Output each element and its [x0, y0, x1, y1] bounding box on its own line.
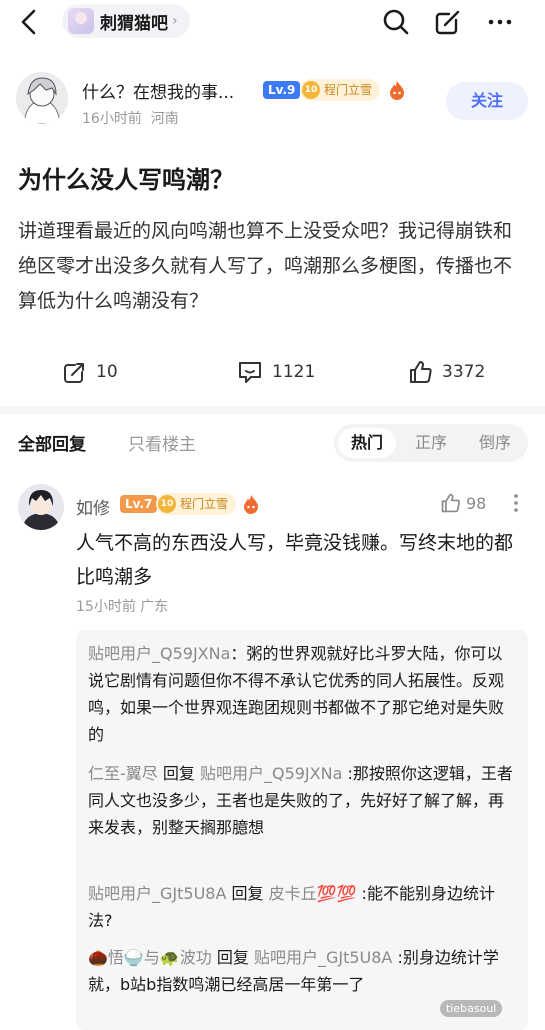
share-icon — [64, 363, 84, 383]
sort-segmented-control: 热门 正序 倒序 — [334, 424, 528, 462]
separator: : — [356, 884, 367, 903]
share-button[interactable]: 10 — [62, 356, 118, 388]
level-badge: Lv.7 — [120, 495, 158, 513]
reply-text: 人气不高的东西没人写，毕竟没钱赚。写终末地的都比鸣潮多 — [76, 532, 514, 588]
avatar[interactable] — [16, 72, 68, 124]
edit-icon[interactable] — [432, 6, 464, 38]
sub-reply: 贴吧用户_GJt5U8A 回复 皮卡丘💯💯 :能不能别身边统计法? — [88, 880, 518, 934]
search-icon[interactable] — [380, 6, 412, 38]
reply-time: 15小时前 — [76, 599, 136, 615]
reply-location: 广东 — [140, 599, 169, 615]
like-button[interactable]: 3372 — [408, 356, 485, 388]
separator: : — [392, 948, 403, 967]
post-title: 为什么没人写鸣潮？ — [18, 166, 234, 194]
level-badge: Lv.9 — [263, 81, 301, 99]
flame-icon — [390, 81, 404, 100]
reply-like-button[interactable]: 98 — [440, 492, 486, 514]
more-icon[interactable] — [484, 6, 516, 38]
honor-badge: 10 程门立雪 — [156, 493, 237, 515]
more-vertical-icon[interactable] — [510, 492, 522, 514]
reply-word: 回复 — [211, 948, 254, 967]
follow-button[interactable]: 关注 — [446, 82, 528, 120]
coin-icon: 10 — [302, 81, 320, 99]
forum-pill[interactable]: 刺猬猫吧 › — [62, 4, 190, 38]
sub-reply: 🌰悟🍚与🐢波功 回复 贴吧用户_GJt5U8A :别身边统计学就，b站b指数鸣潮… — [88, 944, 518, 998]
post-stats: 10 1121 3372 — [0, 352, 545, 392]
coin-icon: 10 — [158, 495, 176, 513]
author-name[interactable]: 什么？在想我的事... — [82, 78, 234, 103]
sub-replies[interactable]: 贴吧用户_Q59JXNa：粥的世界观就好比斗罗大陆，你可以说它剧情有问题但你不得… — [76, 630, 528, 1030]
sub-reply-target[interactable]: 贴吧用户_Q59JXNa — [200, 764, 342, 783]
reply-sort-bar: 全部回复 只看楼主 热门 正序 倒序 — [0, 420, 545, 464]
flame-icon — [244, 495, 258, 514]
reply-word: 回复 — [157, 764, 200, 783]
watermark: tiebasoul — [440, 1000, 503, 1017]
sub-reply-user[interactable]: 仁至-翼尽 — [88, 764, 158, 783]
sub-reply-user[interactable]: 贴吧用户_GJt5U8A — [88, 884, 226, 903]
avatar[interactable] — [18, 484, 64, 530]
post-meta: 16小时前 河南 — [82, 108, 179, 128]
sub-reply-target[interactable]: 皮卡丘💯💯 — [269, 884, 357, 903]
separator: ： — [230, 644, 247, 663]
thumbs-up-icon — [410, 361, 432, 383]
post-location: 河南 — [150, 111, 179, 127]
comment-button[interactable]: 1121 — [236, 356, 315, 388]
sort-ascending[interactable]: 正序 — [402, 428, 460, 458]
reply-meta: 15小时前 广东 — [76, 596, 168, 616]
like-count: 3372 — [442, 362, 486, 382]
separator: : — [342, 764, 353, 783]
share-count: 10 — [96, 362, 118, 382]
reply-like-count: 98 — [466, 493, 487, 513]
chevron-right-icon: › — [172, 13, 178, 29]
sub-reply-user[interactable]: 🌰悟🍚与🐢波功 — [88, 948, 212, 967]
top-bar: 刺猬猫吧 › — [0, 0, 545, 44]
section-divider — [0, 406, 545, 414]
comment-icon — [239, 362, 261, 383]
honor-badge: 10 程门立雪 — [300, 79, 381, 101]
honor-badge-text: 程门立雪 — [324, 83, 373, 97]
tab-all-replies[interactable]: 全部回复 — [18, 430, 86, 455]
sort-descending[interactable]: 倒序 — [466, 428, 524, 458]
honor-badge-text: 程门立雪 — [180, 497, 229, 511]
sub-reply: 贴吧用户_Q59JXNa：粥的世界观就好比斗罗大陆，你可以说它剧情有问题但你不得… — [88, 640, 518, 748]
post-body: 讲道理看最近的风向鸣潮也算不上没受众吧？我记得崩铁和绝区零才出没多久就有人写了，… — [18, 220, 513, 312]
author-row: 什么？在想我的事... Lv.9 10 程门立雪 16小时前 河南 关注 — [0, 66, 545, 130]
post-time: 16小时前 — [82, 111, 142, 127]
thumbs-up-icon — [441, 493, 460, 513]
reply-word: 回复 — [226, 884, 269, 903]
tab-owner-only[interactable]: 只看楼主 — [128, 430, 196, 455]
sub-reply-target[interactable]: 贴吧用户_GJt5U8A — [254, 948, 392, 967]
sub-reply: 仁至-翼尽 回复 贴吧用户_Q59JXNa :那按照你这逻辑，王者同人文也没多少… — [88, 760, 518, 841]
reply-author-name[interactable]: 如修 — [76, 494, 110, 519]
comment-count: 1121 — [272, 362, 316, 382]
sub-reply-user[interactable]: 贴吧用户_Q59JXNa — [88, 644, 230, 663]
back-icon[interactable] — [14, 6, 46, 38]
sort-hot[interactable]: 热门 — [338, 428, 396, 458]
forum-avatar — [68, 8, 94, 34]
forum-name: 刺猬猫吧 — [100, 13, 168, 34]
